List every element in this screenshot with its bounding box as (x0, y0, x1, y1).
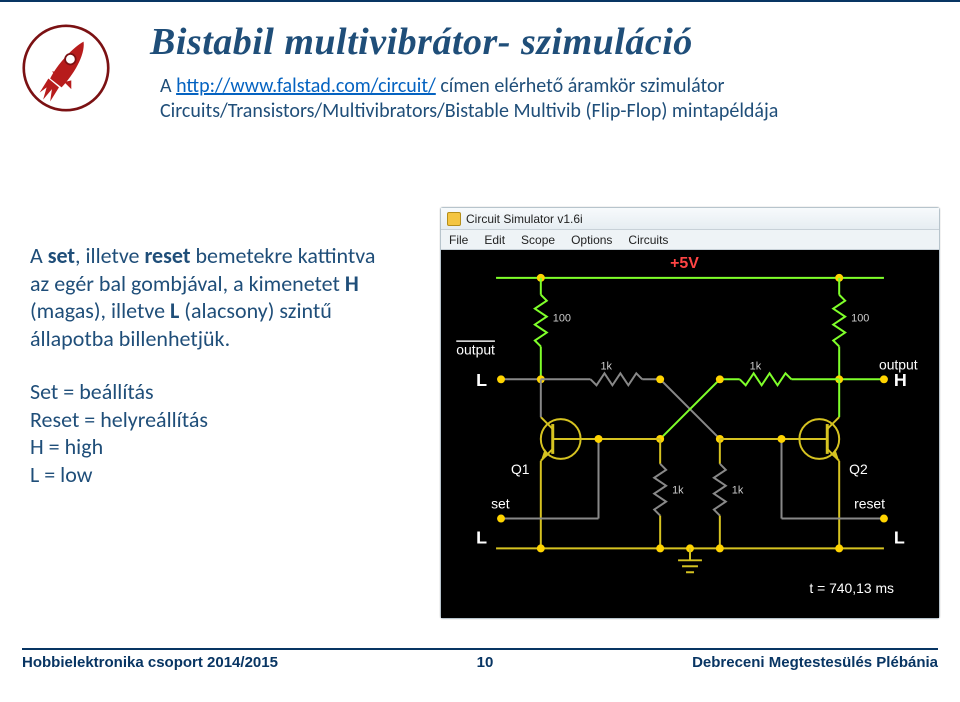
footer-left: Hobbielektronika csoport 2014/2015 (22, 654, 278, 671)
paragraph-1: A set, illetve reset bemetekre kattintva… (30, 242, 390, 352)
label-1k-d: 1k (732, 485, 744, 497)
circuit-canvas[interactable]: +5V 100 100 output output (441, 250, 939, 618)
falstad-link[interactable]: http://www.falstad.com/circuit/ (176, 74, 436, 98)
footer: Hobbielektronika csoport 2014/2015 10 De… (0, 648, 960, 678)
label-L3: L (894, 527, 905, 547)
menu-edit[interactable]: Edit (484, 233, 505, 247)
label-set: set (491, 496, 510, 512)
label-r100-left: 100 (553, 313, 571, 325)
label-5v: +5V (670, 255, 699, 272)
label-L2: L (476, 527, 487, 547)
menu-circuits[interactable]: Circuits (628, 233, 668, 247)
label-r100-right: 100 (851, 313, 869, 325)
def-l: L = low (30, 461, 390, 489)
menu-options[interactable]: Options (571, 233, 612, 247)
label-H-right: H (894, 370, 907, 390)
def-set: Set = beállítás (30, 378, 390, 406)
footer-page: 10 (477, 654, 494, 671)
label-1k-b: 1k (750, 360, 762, 372)
label-L-left: L (476, 370, 487, 390)
window-titlebar: Circuit Simulator v1.6i (441, 208, 939, 230)
slide-title: Bistabil multivibrátor- szimuláció (150, 20, 930, 64)
rocket-logo-icon (22, 24, 110, 112)
label-output-left: output (456, 341, 495, 357)
def-h: H = high (30, 433, 390, 461)
def-reset: Reset = helyreállítás (30, 406, 390, 434)
footer-right: Debreceni Megtestesülés Plébánia (692, 654, 938, 671)
label-1k-a: 1k (600, 360, 612, 372)
label-q1: Q1 (511, 461, 530, 477)
app-icon (447, 212, 461, 226)
menu-file[interactable]: File (449, 233, 468, 247)
intro-paragraph: A http://www.falstad.com/circuit/ címen … (160, 74, 900, 124)
label-q2: Q2 (849, 461, 868, 477)
intro-pre: A (160, 74, 176, 98)
label-time: t = 740,13 ms (809, 580, 894, 596)
circuit-simulator-window: Circuit Simulator v1.6i File Edit Scope … (440, 207, 940, 619)
body-text: A set, illetve reset bemetekre kattintva… (30, 242, 390, 488)
window-title: Circuit Simulator v1.6i (466, 212, 583, 226)
menubar: File Edit Scope Options Circuits (441, 230, 939, 250)
menu-scope[interactable]: Scope (521, 233, 555, 247)
label-1k-c: 1k (672, 485, 684, 497)
label-reset: reset (854, 496, 885, 512)
